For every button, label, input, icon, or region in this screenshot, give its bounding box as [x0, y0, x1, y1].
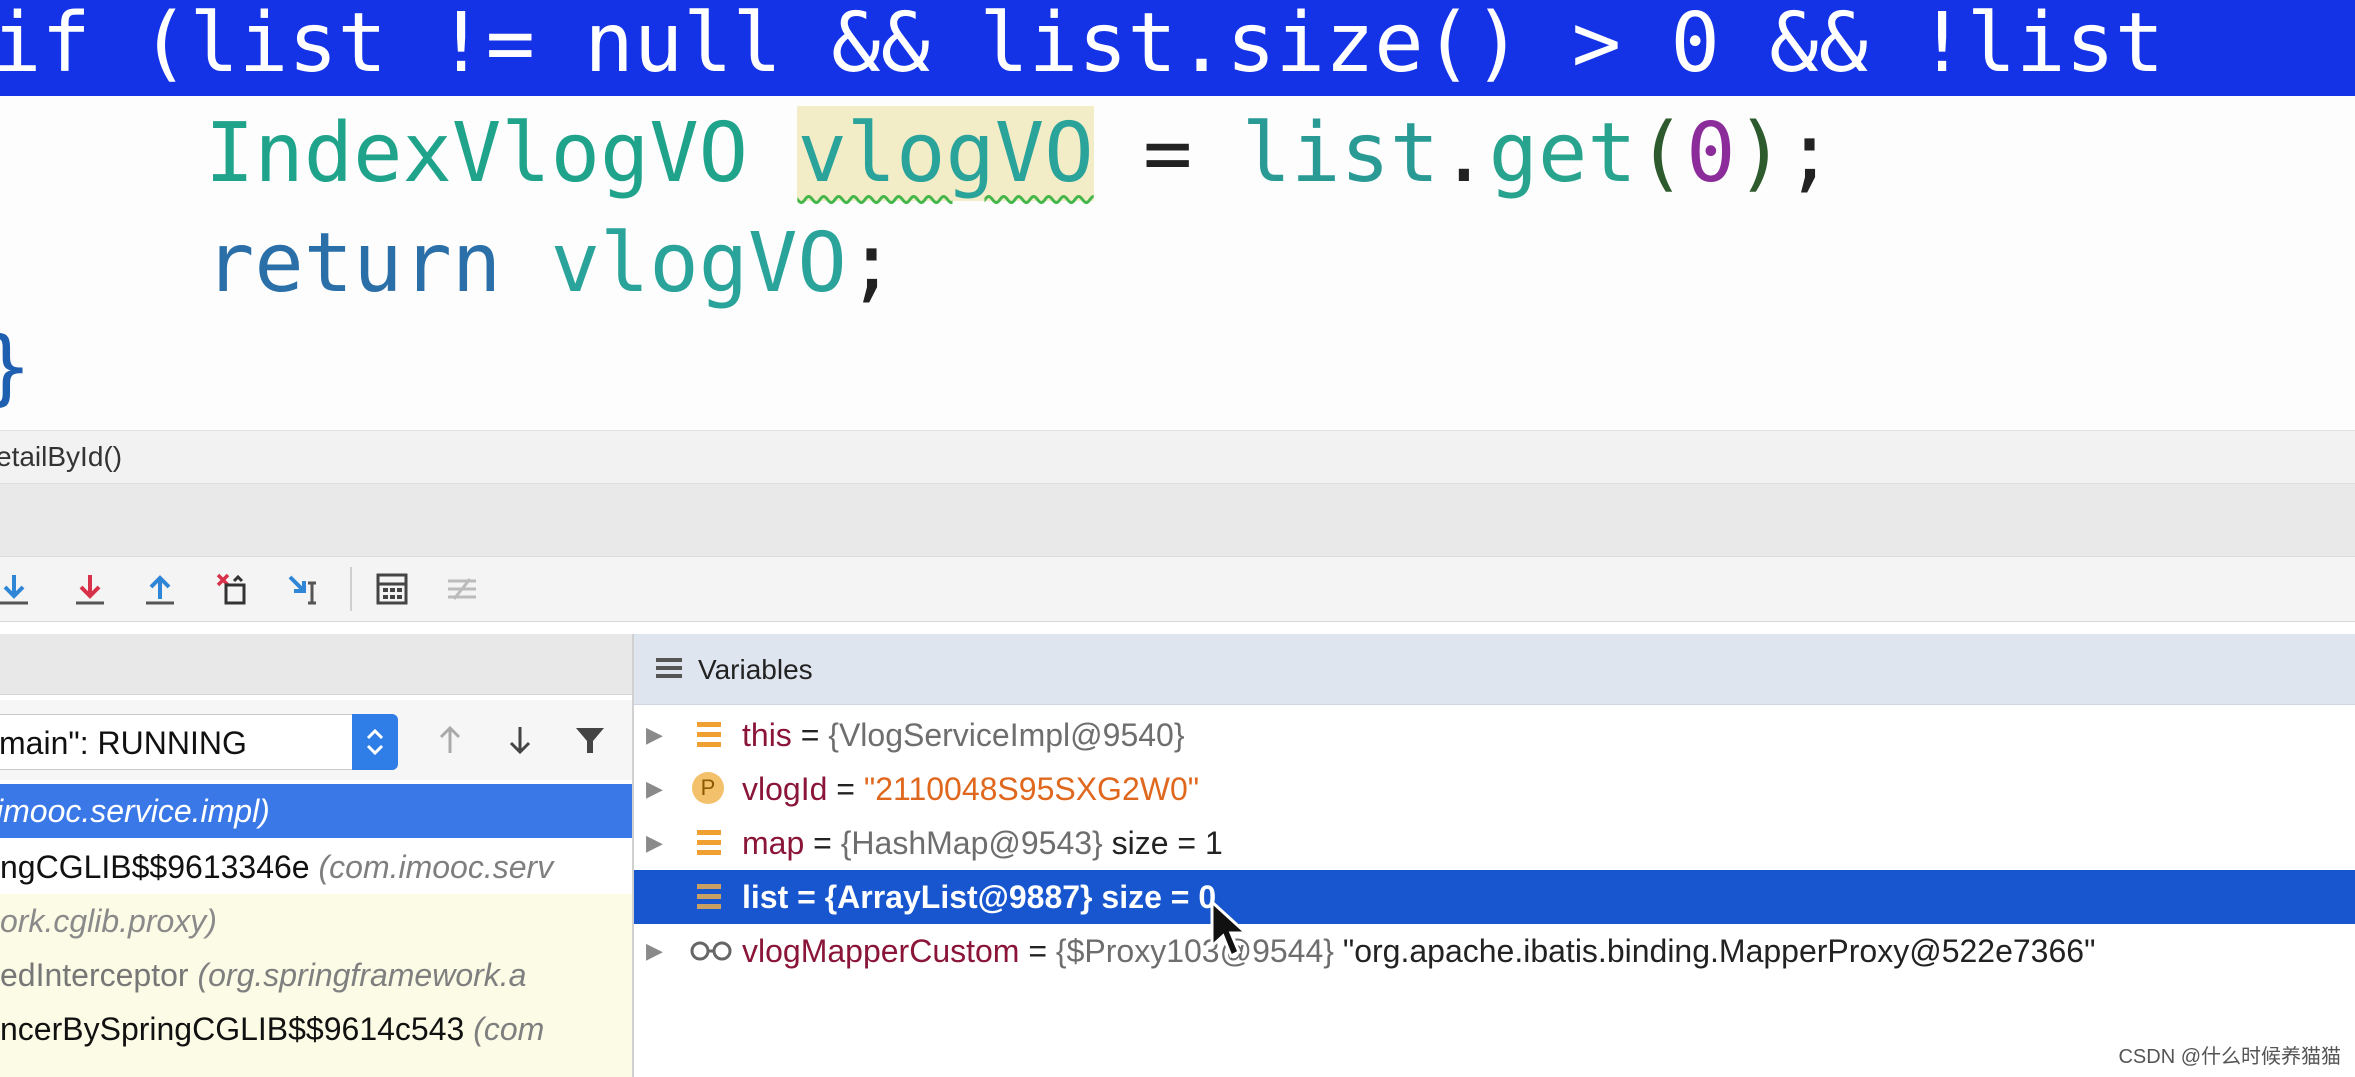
frames-panel-header [0, 634, 632, 695]
force-step-into-icon[interactable] [70, 569, 110, 609]
expand-arrow-icon[interactable]: ▶ [646, 924, 663, 978]
code-keyword-token: return [205, 216, 502, 311]
watch-glasses-icon [690, 941, 732, 961]
evaluate-expression-icon[interactable] [372, 569, 412, 609]
highlighted-code-line[interactable]: if (list != null && list.size() > 0 && !… [0, 0, 2355, 96]
variable-equals: = [1019, 933, 1056, 969]
variable-row-map[interactable]: ▶ map = {HashMap@9543} size = 1 [634, 816, 2355, 870]
variable-value: {HashMap@9543} [840, 825, 1103, 861]
watermark: CSDN @什么时候养猫猫 [2118, 1046, 2341, 1068]
debug-tool-window-header [0, 484, 2355, 557]
variable-name: map [742, 825, 805, 861]
variables-panel-header: Variables [634, 634, 2355, 705]
frame-method: ork.cglib.proxy) [0, 903, 217, 939]
code-line-assignment[interactable]: IndexVlogVO vlogVO = list.get(0); [0, 104, 1834, 204]
variable-equals: = [788, 879, 825, 915]
variable-row-this[interactable]: ▶ this = {VlogServiceImpl@9540} [634, 708, 2355, 762]
frame-item[interactable]: , [0, 1056, 632, 1077]
frame-method: , [0, 1065, 9, 1077]
variable-row-list-selected[interactable]: list = {ArrayList@9887} size = 0 [634, 870, 2355, 924]
run-to-cursor-icon[interactable] [284, 569, 324, 609]
variable-extra: size = 1 [1102, 825, 1223, 861]
code-line-return[interactable]: return vlogVO; [0, 214, 896, 314]
filter-icon[interactable] [570, 720, 610, 760]
frame-item-selected[interactable]: imooc.service.impl) [0, 784, 632, 838]
previous-frame-icon[interactable] [430, 720, 470, 760]
next-frame-icon[interactable] [500, 720, 540, 760]
step-out-icon[interactable] [140, 569, 180, 609]
expand-arrow-icon[interactable]: ▶ [646, 762, 663, 816]
frame-package: (com [473, 1011, 545, 1047]
variable-name: list [742, 879, 789, 915]
frame-method: ncerBySpringCGLIB$$9614c543 [0, 1011, 474, 1047]
code-editor[interactable]: if (list != null && list.size() > 0 && !… [0, 0, 2355, 430]
frame-item[interactable]: ork.cglib.proxy) [0, 894, 632, 948]
code-type-token: IndexVlogVO [205, 106, 749, 201]
frame-package: (org.springframework.a [197, 957, 527, 993]
variable-name: vlogId [742, 771, 828, 807]
variable-equals: = [791, 717, 829, 753]
code-operator-token: = [1143, 106, 1193, 201]
frame-method: ngCGLIB$$9613346e [0, 849, 319, 885]
thread-select-value: main": RUNNING [0, 725, 247, 761]
thread-select-stepper[interactable] [352, 714, 398, 770]
variable-name: vlogMapperCustom [742, 933, 1020, 969]
variable-value: {VlogServiceImpl@9540} [828, 717, 1185, 753]
code-return-variable: vlogVO [550, 216, 847, 311]
frame-item[interactable]: ngCGLIB$$9613346e (com.imooc.serv [0, 840, 632, 894]
variable-extra: "org.apache.ibatis.binding.MapperProxy@5… [1333, 933, 2096, 969]
code-number-token: 0 [1686, 106, 1736, 201]
code-object-token: list [1241, 106, 1440, 201]
frame-text: imooc.service.impl) [0, 793, 270, 829]
field-icon [697, 830, 721, 855]
code-paren-close: ) [1735, 106, 1785, 201]
code-dot-token: . [1439, 106, 1489, 201]
editor-breadcrumb[interactable]: etailById() [0, 430, 2355, 484]
frame-package: (com.imooc.serv [318, 849, 554, 885]
step-over-icon[interactable] [0, 569, 34, 609]
frame-item[interactable]: edInterceptor (org.springframework.a [0, 948, 632, 1002]
code-variable-token[interactable]: vlogVO [797, 106, 1094, 201]
debug-toolbar [0, 557, 2355, 622]
field-icon [697, 884, 721, 909]
drop-frame-icon[interactable] [212, 569, 252, 609]
variable-value: {$Proxy103@9544} [1055, 933, 1334, 969]
variable-name: this [742, 717, 792, 753]
field-icon [697, 722, 721, 747]
variable-value: "2110048S95SXG2W0" [863, 771, 1200, 807]
variable-row-vlogid[interactable]: ▶ P vlogId = "2110048S95SXG2W0" [634, 762, 2355, 816]
frame-item[interactable]: ncerBySpringCGLIB$$9614c543 (com [0, 1002, 632, 1056]
variables-title: Variables [698, 654, 813, 685]
code-semicolon: ; [1784, 106, 1835, 201]
expand-arrow-icon[interactable]: ▶ [646, 816, 663, 870]
thread-select[interactable]: main": RUNNING [0, 714, 398, 770]
trace-stream-icon [442, 569, 482, 609]
variable-equals: = [804, 825, 841, 861]
code-line-condition: if (list != null && list.size() > 0 && !… [0, 0, 2165, 91]
expand-arrow-icon[interactable]: ▶ [646, 708, 663, 762]
variable-row-vlogmappercustom[interactable]: ▶ vlogMapperCustom = {$Proxy103@9544} "o… [634, 924, 2355, 978]
parameter-icon: P [692, 772, 724, 804]
variables-list-icon [656, 658, 682, 678]
mouse-cursor-icon [1210, 900, 1250, 959]
chevron-up-down-icon [366, 728, 384, 756]
code-semicolon: ; [846, 216, 897, 311]
thread-selector-row: main": RUNNING [0, 700, 632, 780]
toolbar-separator [350, 567, 352, 611]
breadcrumb-method[interactable]: etailById() [0, 441, 122, 473]
code-method-token: get [1488, 106, 1637, 201]
frame-method: edInterceptor [0, 957, 198, 993]
code-paren-open: ( [1636, 106, 1687, 201]
variable-extra: size = 0 [1092, 879, 1217, 915]
variable-value: {ArrayList@9887} [824, 879, 1093, 915]
code-closing-brace: } [0, 318, 31, 418]
variable-equals: = [827, 771, 864, 807]
